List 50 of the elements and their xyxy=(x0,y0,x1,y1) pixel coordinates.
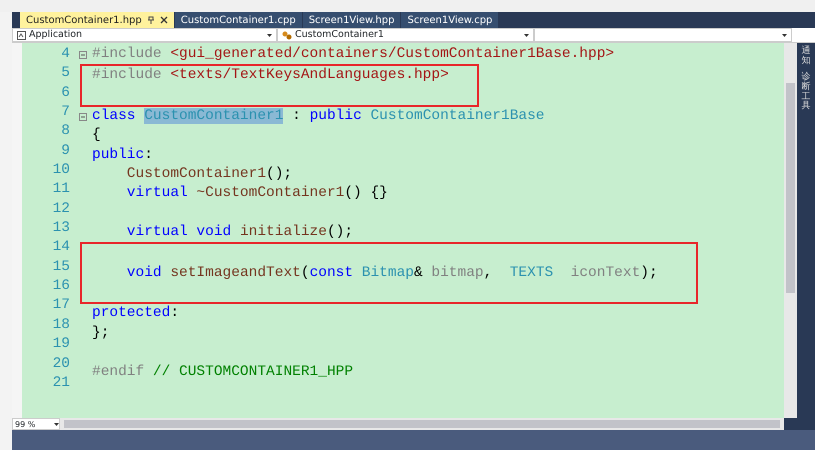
line-number: 18 xyxy=(52,316,71,335)
line-number: 9 xyxy=(60,142,71,161)
line-number: 5 xyxy=(60,64,71,84)
caret-icon xyxy=(267,34,272,36)
line-number: 15 xyxy=(52,258,71,277)
code-line: protected: xyxy=(92,305,180,322)
code-line: CustomContainer1(); xyxy=(126,166,292,182)
editor-tab[interactable]: CustomContainer1.cpp xyxy=(174,12,302,28)
caret-icon xyxy=(524,34,529,36)
code-line: public: xyxy=(92,146,153,163)
line-number: 19 xyxy=(52,335,71,354)
class-icon xyxy=(282,30,292,40)
project-icon xyxy=(17,30,26,40)
code-line: #include <texts/TextKeysAndLanguages.hpp> xyxy=(92,67,449,84)
close-icon[interactable] xyxy=(160,16,168,24)
dropdown[interactable]: CustomContainer1 xyxy=(277,28,534,42)
line-number: 14 xyxy=(52,238,71,258)
vertical-scrollbar[interactable] xyxy=(784,43,797,418)
line-number: 13 xyxy=(52,219,71,238)
line-number: 8 xyxy=(60,122,71,142)
code-line: void setImageandText(const Bitmap& bitmap, TEXTS iconText); xyxy=(126,264,658,281)
pin-icon[interactable] xyxy=(146,16,155,24)
side-tab[interactable]: 通知 xyxy=(802,47,810,67)
editor-tab[interactable]: Screen1View.hpp xyxy=(302,12,400,28)
editor-tab[interactable]: CustomContainer1.hpp xyxy=(20,12,174,28)
code-line: class CustomContainer1 : public CustomContainer1Base xyxy=(92,108,545,124)
code-line: { xyxy=(92,127,101,144)
code-line: virtual void initialize(); xyxy=(126,224,354,240)
editor-tab[interactable]: Screen1View.cpp xyxy=(401,12,498,28)
fold-icon[interactable] xyxy=(79,51,87,59)
fold-icon[interactable] xyxy=(79,113,87,122)
horizontal-scrollbar[interactable] xyxy=(64,420,780,428)
line-number: 4 xyxy=(60,45,71,64)
line-number: 21 xyxy=(52,374,71,393)
zoom-dropdown[interactable]: 99 % xyxy=(12,418,60,430)
line-number: 12 xyxy=(52,200,71,219)
code-line: }; xyxy=(92,324,110,341)
line-number: 16 xyxy=(52,277,71,296)
dropdown[interactable]: Application xyxy=(12,28,277,42)
line-number: 17 xyxy=(52,296,71,316)
line-number: 6 xyxy=(60,84,71,103)
code-line: #endif // CUSTOMCONTAINER1_HPP xyxy=(92,364,354,380)
line-number: 20 xyxy=(52,354,71,374)
line-number: 7 xyxy=(60,103,71,122)
code-line: virtual ~CustomContainer1() {} xyxy=(126,185,388,202)
side-tab[interactable]: 诊断工具 xyxy=(802,72,810,112)
line-number: 11 xyxy=(52,180,71,200)
line-number: 10 xyxy=(52,161,71,180)
caret-icon xyxy=(782,34,787,36)
code-line: #include <gui_generated/containers/CustomContainer1Base.hpp> xyxy=(92,46,614,62)
